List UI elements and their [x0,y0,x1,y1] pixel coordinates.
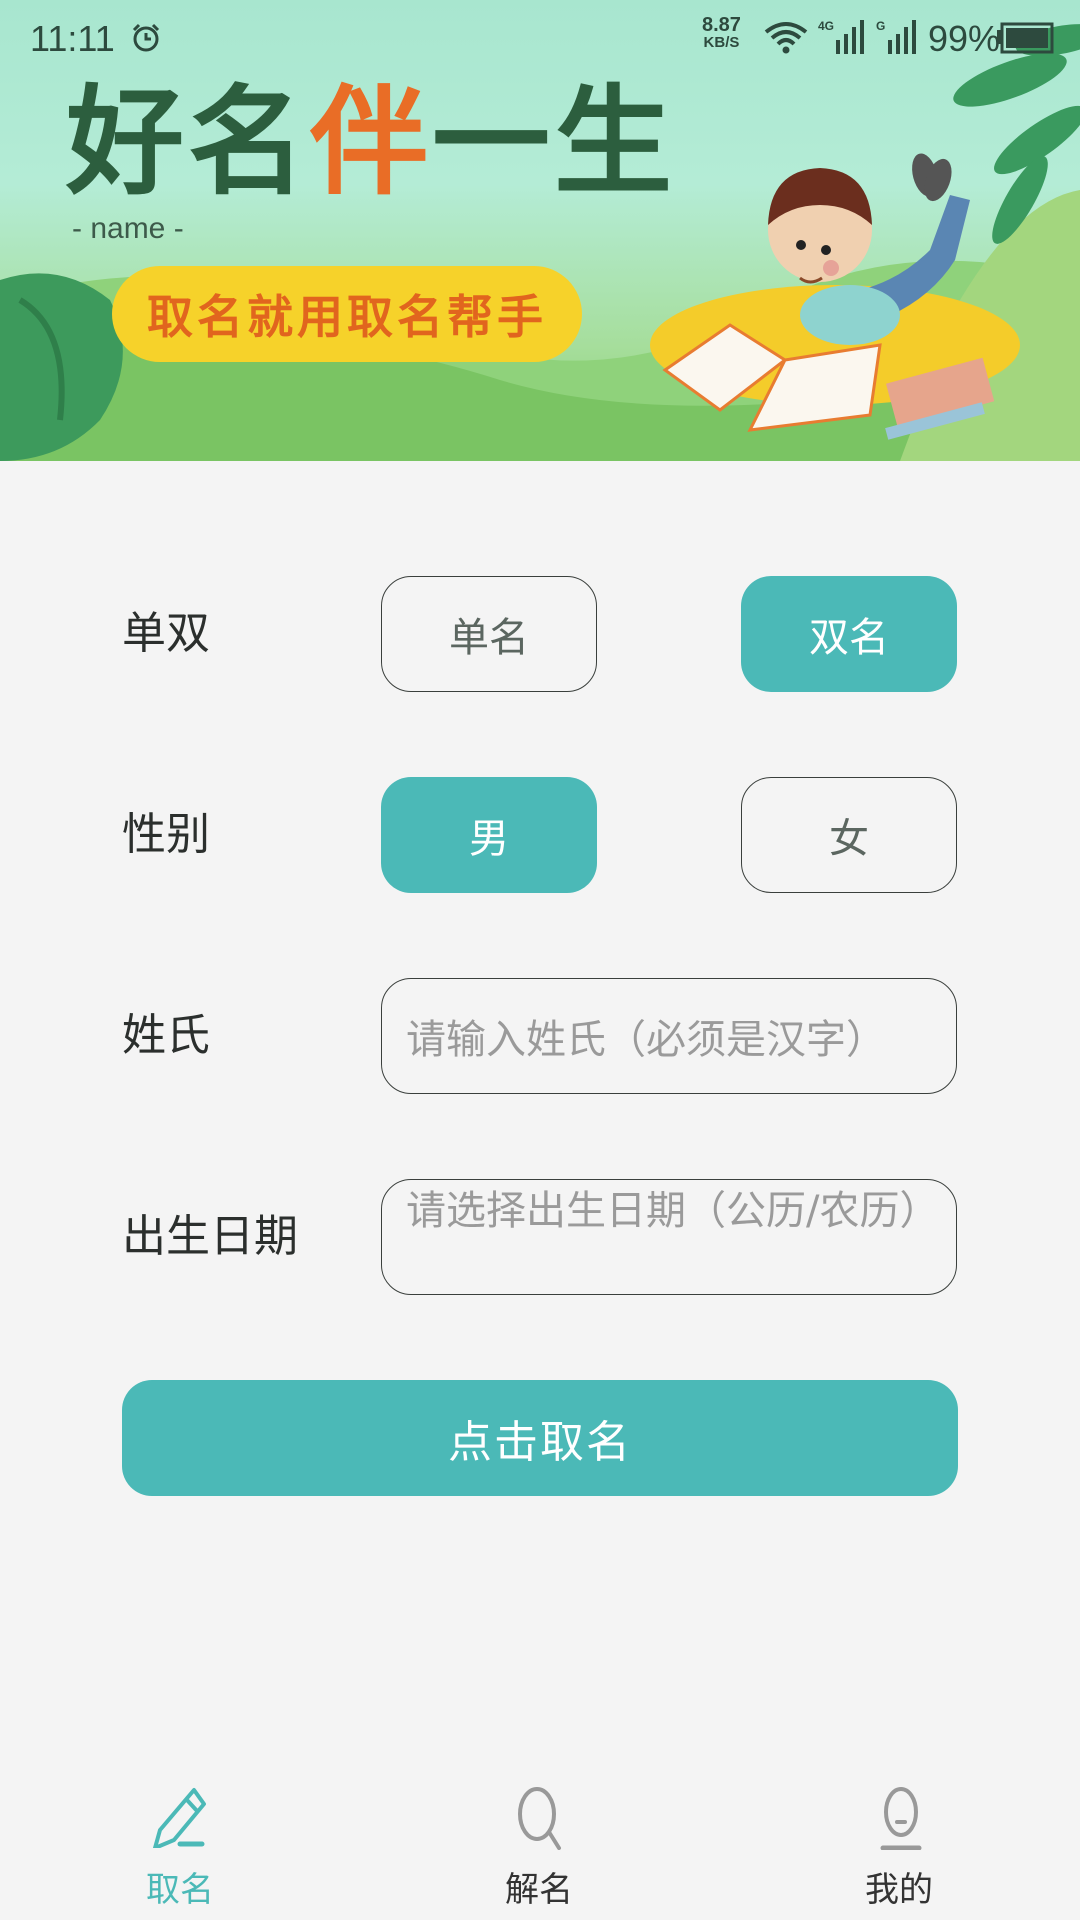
name-type-label: 单双 [122,608,210,659]
gender-label: 性别 [122,809,210,860]
surname-label: 姓氏 [122,1010,210,1061]
male-option[interactable]: 男 [381,777,597,893]
banner-subtitle: - name - [72,212,184,245]
generate-name-button[interactable]: 点击取名 [122,1380,958,1496]
signal-icon: 4G [818,19,864,54]
pencil-icon [153,1788,206,1848]
single-name-option[interactable]: 单名 [381,576,597,692]
birthdate-row: 出生日期 请选择出生日期（公历/农历） [0,1179,1080,1295]
status-bar: 11:11 8.87 KB/S 4G G 99% [0,0,1080,78]
double-name-option[interactable]: 双名 [741,576,957,692]
signal-icon: G [876,19,916,54]
svg-text:4G: 4G [818,19,834,33]
tab-label: 解名 [505,1870,573,1910]
name-type-row: 单双 单名 双名 [0,576,1080,692]
banner-title-highlight: 伴 [310,73,433,211]
female-option[interactable]: 女 [741,777,957,893]
wifi-icon [764,22,808,54]
battery-percent: 99% [928,18,1001,59]
svg-text:G: G [876,19,885,33]
banner-title: 好名伴一生 [66,73,677,211]
network-speed: 8.87 KB/S [702,14,741,51]
tab-label: 我的 [865,1870,933,1910]
gender-row: 性别 男 女 [0,777,1080,893]
header-banner: 11:11 8.87 KB/S 4G G 99% 好名伴一生 - name - … [0,0,1080,461]
clock: 11:11 [30,18,115,59]
surname-input[interactable]: 请输入姓氏（必须是汉字） [381,978,957,1094]
tab-label: 取名 [146,1870,214,1910]
surname-row: 姓氏 请输入姓氏（必须是汉字） [0,978,1080,1094]
profile-icon [880,1787,922,1850]
birthdate-input[interactable]: 请选择出生日期（公历/农历） [381,1179,957,1295]
tab-profile[interactable]: 我的 [799,1770,999,1920]
bottom-tab-bar: 取名 解名 我的 [0,1770,1080,1920]
tab-name-generator[interactable]: 取名 [80,1770,280,1920]
battery-icon [997,22,1054,54]
search-icon [518,1787,561,1850]
tab-name-analysis[interactable]: 解名 [439,1770,639,1920]
banner-slogan: 取名就用取名帮手 [112,266,582,362]
birthdate-label: 出生日期 [122,1211,298,1262]
alarm-icon [132,23,160,52]
